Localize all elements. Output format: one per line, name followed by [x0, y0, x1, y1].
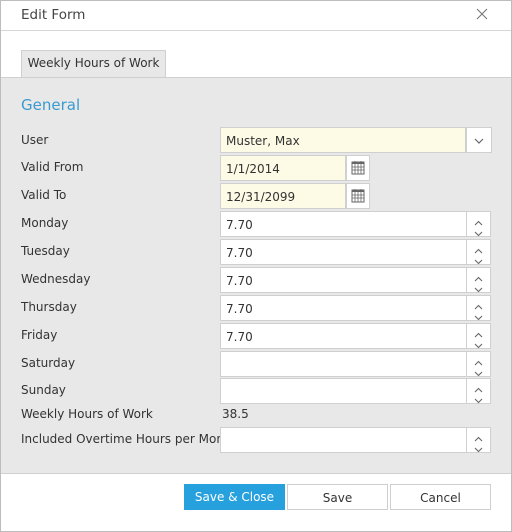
wednesday-input[interactable]: 7.70 [220, 267, 491, 293]
chevron-down-icon [474, 398, 483, 404]
saturday-label: Saturday [21, 356, 76, 370]
saturday-spinner[interactable] [466, 351, 491, 377]
dialog-footer: Save & Close Save Cancel [1, 474, 511, 531]
user-label: User [21, 133, 49, 147]
section-title: General [21, 96, 81, 114]
friday-spinner[interactable] [466, 323, 491, 349]
increment-button[interactable] [467, 297, 490, 310]
chevron-down-icon [474, 138, 484, 144]
wednesday-label: Wednesday [21, 272, 91, 286]
calendar-icon [351, 189, 365, 203]
tuesday-spinner[interactable] [466, 239, 491, 265]
overtime-input[interactable] [220, 427, 491, 453]
cancel-button[interactable]: Cancel [390, 484, 491, 510]
valid-to-value: 12/31/2099 [226, 190, 296, 204]
valid-from-label: Valid From [21, 160, 84, 174]
valid-from-value: 1/1/2014 [226, 162, 280, 176]
saturday-input[interactable] [220, 351, 491, 377]
decrement-button[interactable] [467, 281, 490, 293]
wednesday-value: 7.70 [226, 274, 253, 288]
increment-button[interactable] [467, 213, 490, 226]
sunday-input[interactable] [220, 378, 491, 404]
friday-label: Friday [21, 328, 58, 342]
increment-button[interactable] [467, 325, 490, 338]
edit-form-dialog: Edit Form Weekly Hours of Work General U… [0, 0, 512, 532]
valid-to-input[interactable]: 12/31/2099 [220, 183, 370, 209]
close-icon[interactable] [475, 7, 489, 21]
decrement-button[interactable] [467, 392, 490, 404]
increment-button[interactable] [467, 241, 490, 254]
calendar-icon [351, 161, 365, 175]
valid-to-calendar-button[interactable] [346, 183, 370, 209]
monday-value: 7.70 [226, 218, 253, 232]
monday-input[interactable]: 7.70 [220, 211, 491, 237]
sunday-label: Sunday [21, 383, 66, 397]
increment-button[interactable] [467, 353, 490, 366]
monday-label: Monday [21, 216, 69, 230]
tab-weekly-hours-of-work[interactable]: Weekly Hours of Work [21, 50, 166, 77]
user-select[interactable]: Muster, Max [220, 127, 492, 153]
decrement-button[interactable] [467, 309, 490, 321]
decrement-button[interactable] [467, 253, 490, 265]
form-content: General User Muster, Max Valid From 1/1/… [1, 78, 511, 474]
thursday-spinner[interactable] [466, 295, 491, 321]
sunday-spinner[interactable] [466, 378, 491, 404]
thursday-label: Thursday [21, 300, 77, 314]
weekly-hours-label: Weekly Hours of Work [21, 407, 153, 421]
friday-input[interactable]: 7.70 [220, 323, 491, 349]
weekly-hours-value: 38.5 [222, 407, 249, 421]
save-and-close-button[interactable]: Save & Close [184, 484, 285, 510]
increment-button[interactable] [467, 429, 490, 442]
increment-button[interactable] [467, 380, 490, 393]
dialog-title: Edit Form [21, 7, 86, 23]
increment-button[interactable] [467, 269, 490, 282]
friday-value: 7.70 [226, 330, 253, 344]
chevron-down-icon [474, 447, 483, 453]
valid-from-input[interactable]: 1/1/2014 [220, 155, 370, 181]
save-button[interactable]: Save [287, 484, 388, 510]
overtime-label: Included Overtime Hours per Month [21, 432, 237, 446]
overtime-spinner[interactable] [466, 427, 491, 453]
decrement-button[interactable] [467, 337, 490, 349]
thursday-input[interactable]: 7.70 [220, 295, 491, 321]
tuesday-label: Tuesday [21, 244, 70, 258]
title-bar: Edit Form [1, 1, 511, 31]
valid-from-calendar-button[interactable] [346, 155, 370, 181]
tuesday-input[interactable]: 7.70 [220, 239, 491, 265]
wednesday-spinner[interactable] [466, 267, 491, 293]
valid-to-label: Valid To [21, 188, 67, 202]
user-dropdown-button[interactable] [466, 127, 492, 153]
decrement-button[interactable] [467, 441, 490, 453]
tab-strip: Weekly Hours of Work [1, 31, 511, 78]
tuesday-value: 7.70 [226, 246, 253, 260]
decrement-button[interactable] [467, 365, 490, 377]
user-value: Muster, Max [226, 134, 300, 148]
monday-spinner[interactable] [466, 211, 491, 237]
decrement-button[interactable] [467, 225, 490, 237]
thursday-value: 7.70 [226, 302, 253, 316]
